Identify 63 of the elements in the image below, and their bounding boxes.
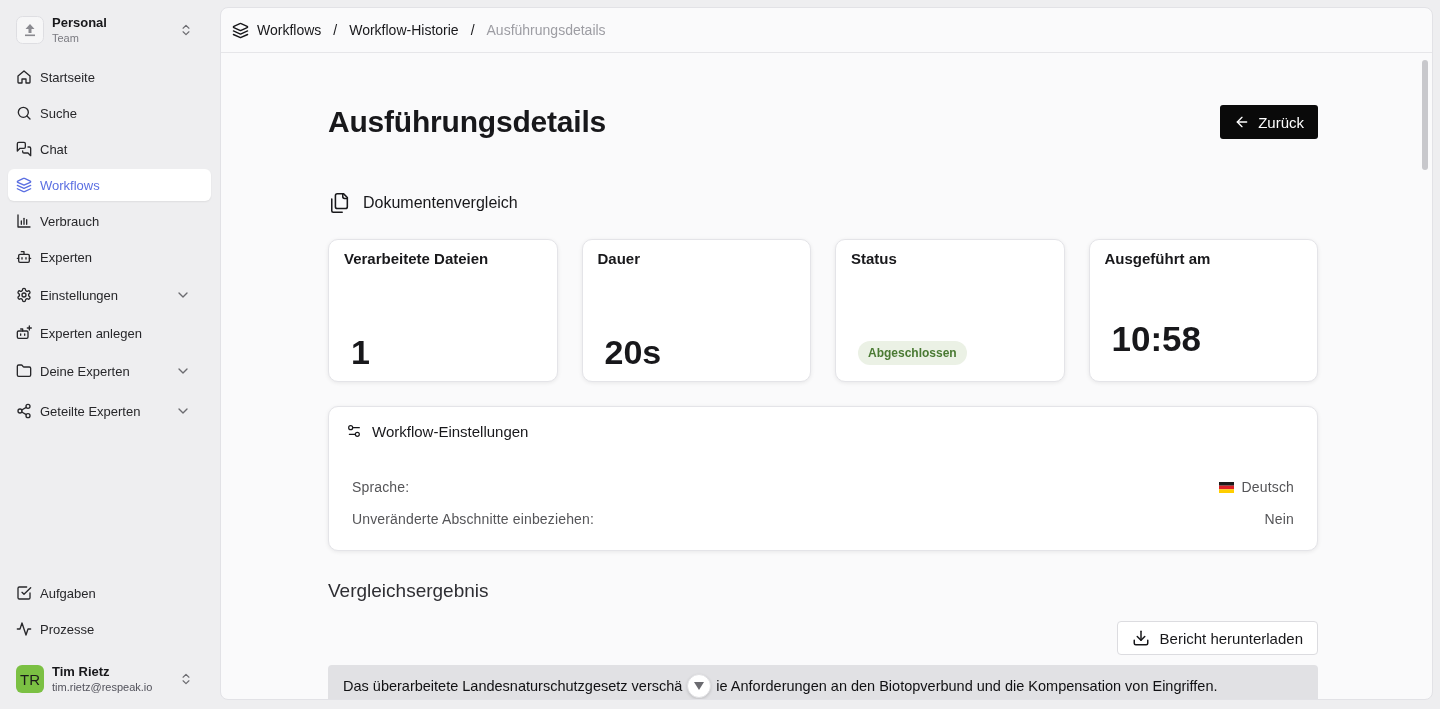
scrollbar-thumb[interactable] <box>1422 60 1428 170</box>
search-icon <box>16 105 32 121</box>
caret-down-icon <box>694 682 705 690</box>
nav-item[interactable]: Prozesse <box>8 613 211 645</box>
nav-item[interactable]: Geteilte Experten <box>8 393 211 429</box>
nav-item[interactable]: Experten <box>8 241 211 273</box>
layers-icon <box>16 177 32 193</box>
nav-item[interactable]: Deine Experten <box>8 353 211 389</box>
nav-item[interactable]: Suche <box>8 97 211 129</box>
nav-item[interactable]: Verbrauch <box>8 205 211 237</box>
settings-icon <box>16 287 32 303</box>
workspace-name: Personal <box>52 15 107 31</box>
stat-value: 10:58 <box>1111 319 1202 359</box>
breadcrumb-link[interactable]: Workflow-Historie <box>349 22 459 38</box>
stat-label: Status <box>851 250 898 268</box>
setting-label: Unveränderte Abschnitte einbeziehen: <box>352 511 594 527</box>
back-button[interactable]: Zurück <box>1220 105 1318 139</box>
speech-bubbles-icon <box>16 141 32 157</box>
section-title: Vergleichsergebnis <box>328 579 490 603</box>
section-title: Dokumentenvergleich <box>363 194 518 212</box>
sliders-icon <box>346 423 362 439</box>
nav-item[interactable]: Workflows <box>8 169 211 201</box>
stat-label: Verarbeitete Dateien <box>344 250 490 268</box>
flag-icon <box>1218 481 1234 493</box>
summary-text: ie Anforderungen an den Biotopverbund und die Kompensation von Eingriffen. <box>716 677 1218 696</box>
breadcrumb-link[interactable]: Workflows <box>257 22 322 38</box>
robot-plus-icon <box>16 325 32 341</box>
breadcrumb-current: Ausführungsdetails <box>486 22 606 38</box>
checkbox-icon <box>16 585 32 601</box>
status-badge: Abgeschlossen <box>858 341 967 365</box>
settings-title: Workflow-Einstellungen <box>372 422 529 440</box>
folder-icon <box>16 363 32 379</box>
page-title: Ausführungsdetails <box>328 104 607 140</box>
nav-item[interactable]: Startseite <box>8 61 211 93</box>
user-email: tim.rietz@respeak.io <box>52 680 153 694</box>
setting-label: Sprache: <box>352 479 410 495</box>
download-icon <box>1131 629 1150 647</box>
user-name: Tim Rietz <box>52 664 110 680</box>
bar-chart-icon <box>16 213 32 229</box>
user-avatar: TR <box>16 665 44 693</box>
pulse-line-icon <box>16 621 32 637</box>
setting-value: Deutsch <box>1241 479 1294 495</box>
summary-text: Das überarbeitete Landesnaturschutzgesetz verschä <box>343 677 683 696</box>
share-icon <box>16 403 32 419</box>
robot-icon <box>16 249 32 265</box>
stat-value: 1 <box>351 332 370 372</box>
nav-item[interactable]: Chat <box>8 133 211 165</box>
files-icon <box>329 192 351 214</box>
setting-value: Nein <box>1264 511 1294 527</box>
home-icon <box>16 69 32 85</box>
nav-item[interactable]: Einstellungen <box>8 277 211 313</box>
upload-icon <box>16 16 44 44</box>
breadcrumb-separator: / <box>333 22 338 38</box>
breadcrumb-separator: / <box>470 22 475 38</box>
nav-item[interactable]: Experten anlegen <box>8 317 211 349</box>
download-report-button[interactable]: Bericht herunterladen <box>1116 621 1318 655</box>
nav-item[interactable]: Aufgaben <box>8 577 211 609</box>
stat-label: Dauer <box>597 250 642 268</box>
stat-label: Ausgeführt am <box>1104 250 1212 268</box>
layers-icon <box>232 21 249 39</box>
stat-value: 20s <box>604 332 662 372</box>
scroll-down-button[interactable] <box>687 674 712 698</box>
workspace-subtitle: Team <box>52 31 79 45</box>
